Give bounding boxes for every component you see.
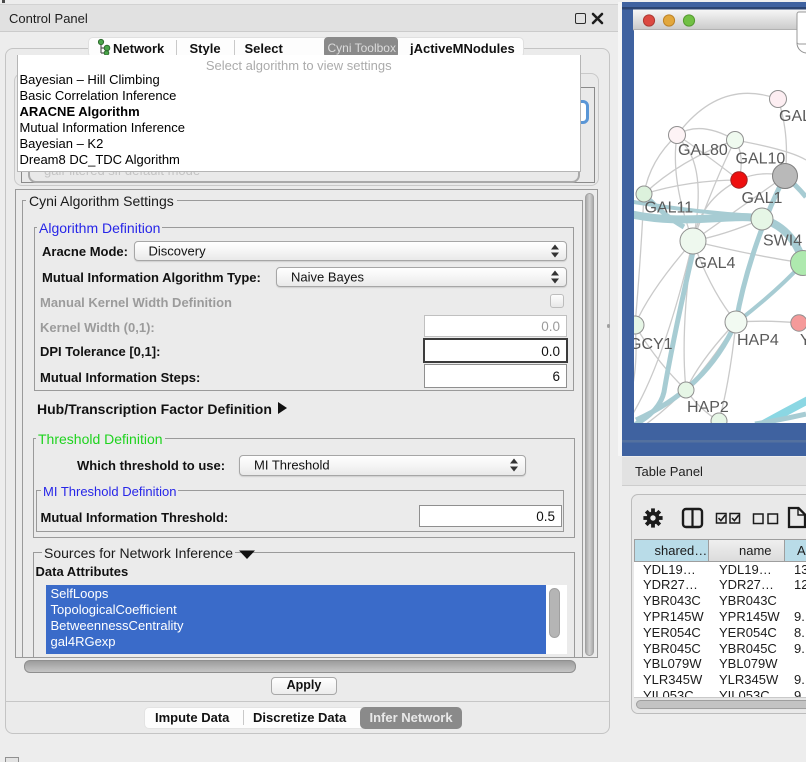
svg-text:GAL10: GAL10 (736, 151, 786, 168)
svg-text:GAL4: GAL4 (695, 255, 736, 272)
svg-text:GAL: GAL (779, 108, 806, 125)
svg-text:SWI4: SWI4 (763, 233, 802, 250)
svg-text:HAP2: HAP2 (687, 399, 729, 416)
svg-text:GAL1: GAL1 (742, 190, 783, 207)
svg-text:Y: Y (800, 332, 806, 349)
svg-text:GAL11: GAL11 (645, 200, 694, 217)
svg-text:HAP4: HAP4 (737, 332, 779, 349)
svg-text:GAL80: GAL80 (678, 142, 728, 159)
svg-text:GCY1: GCY1 (629, 336, 673, 353)
